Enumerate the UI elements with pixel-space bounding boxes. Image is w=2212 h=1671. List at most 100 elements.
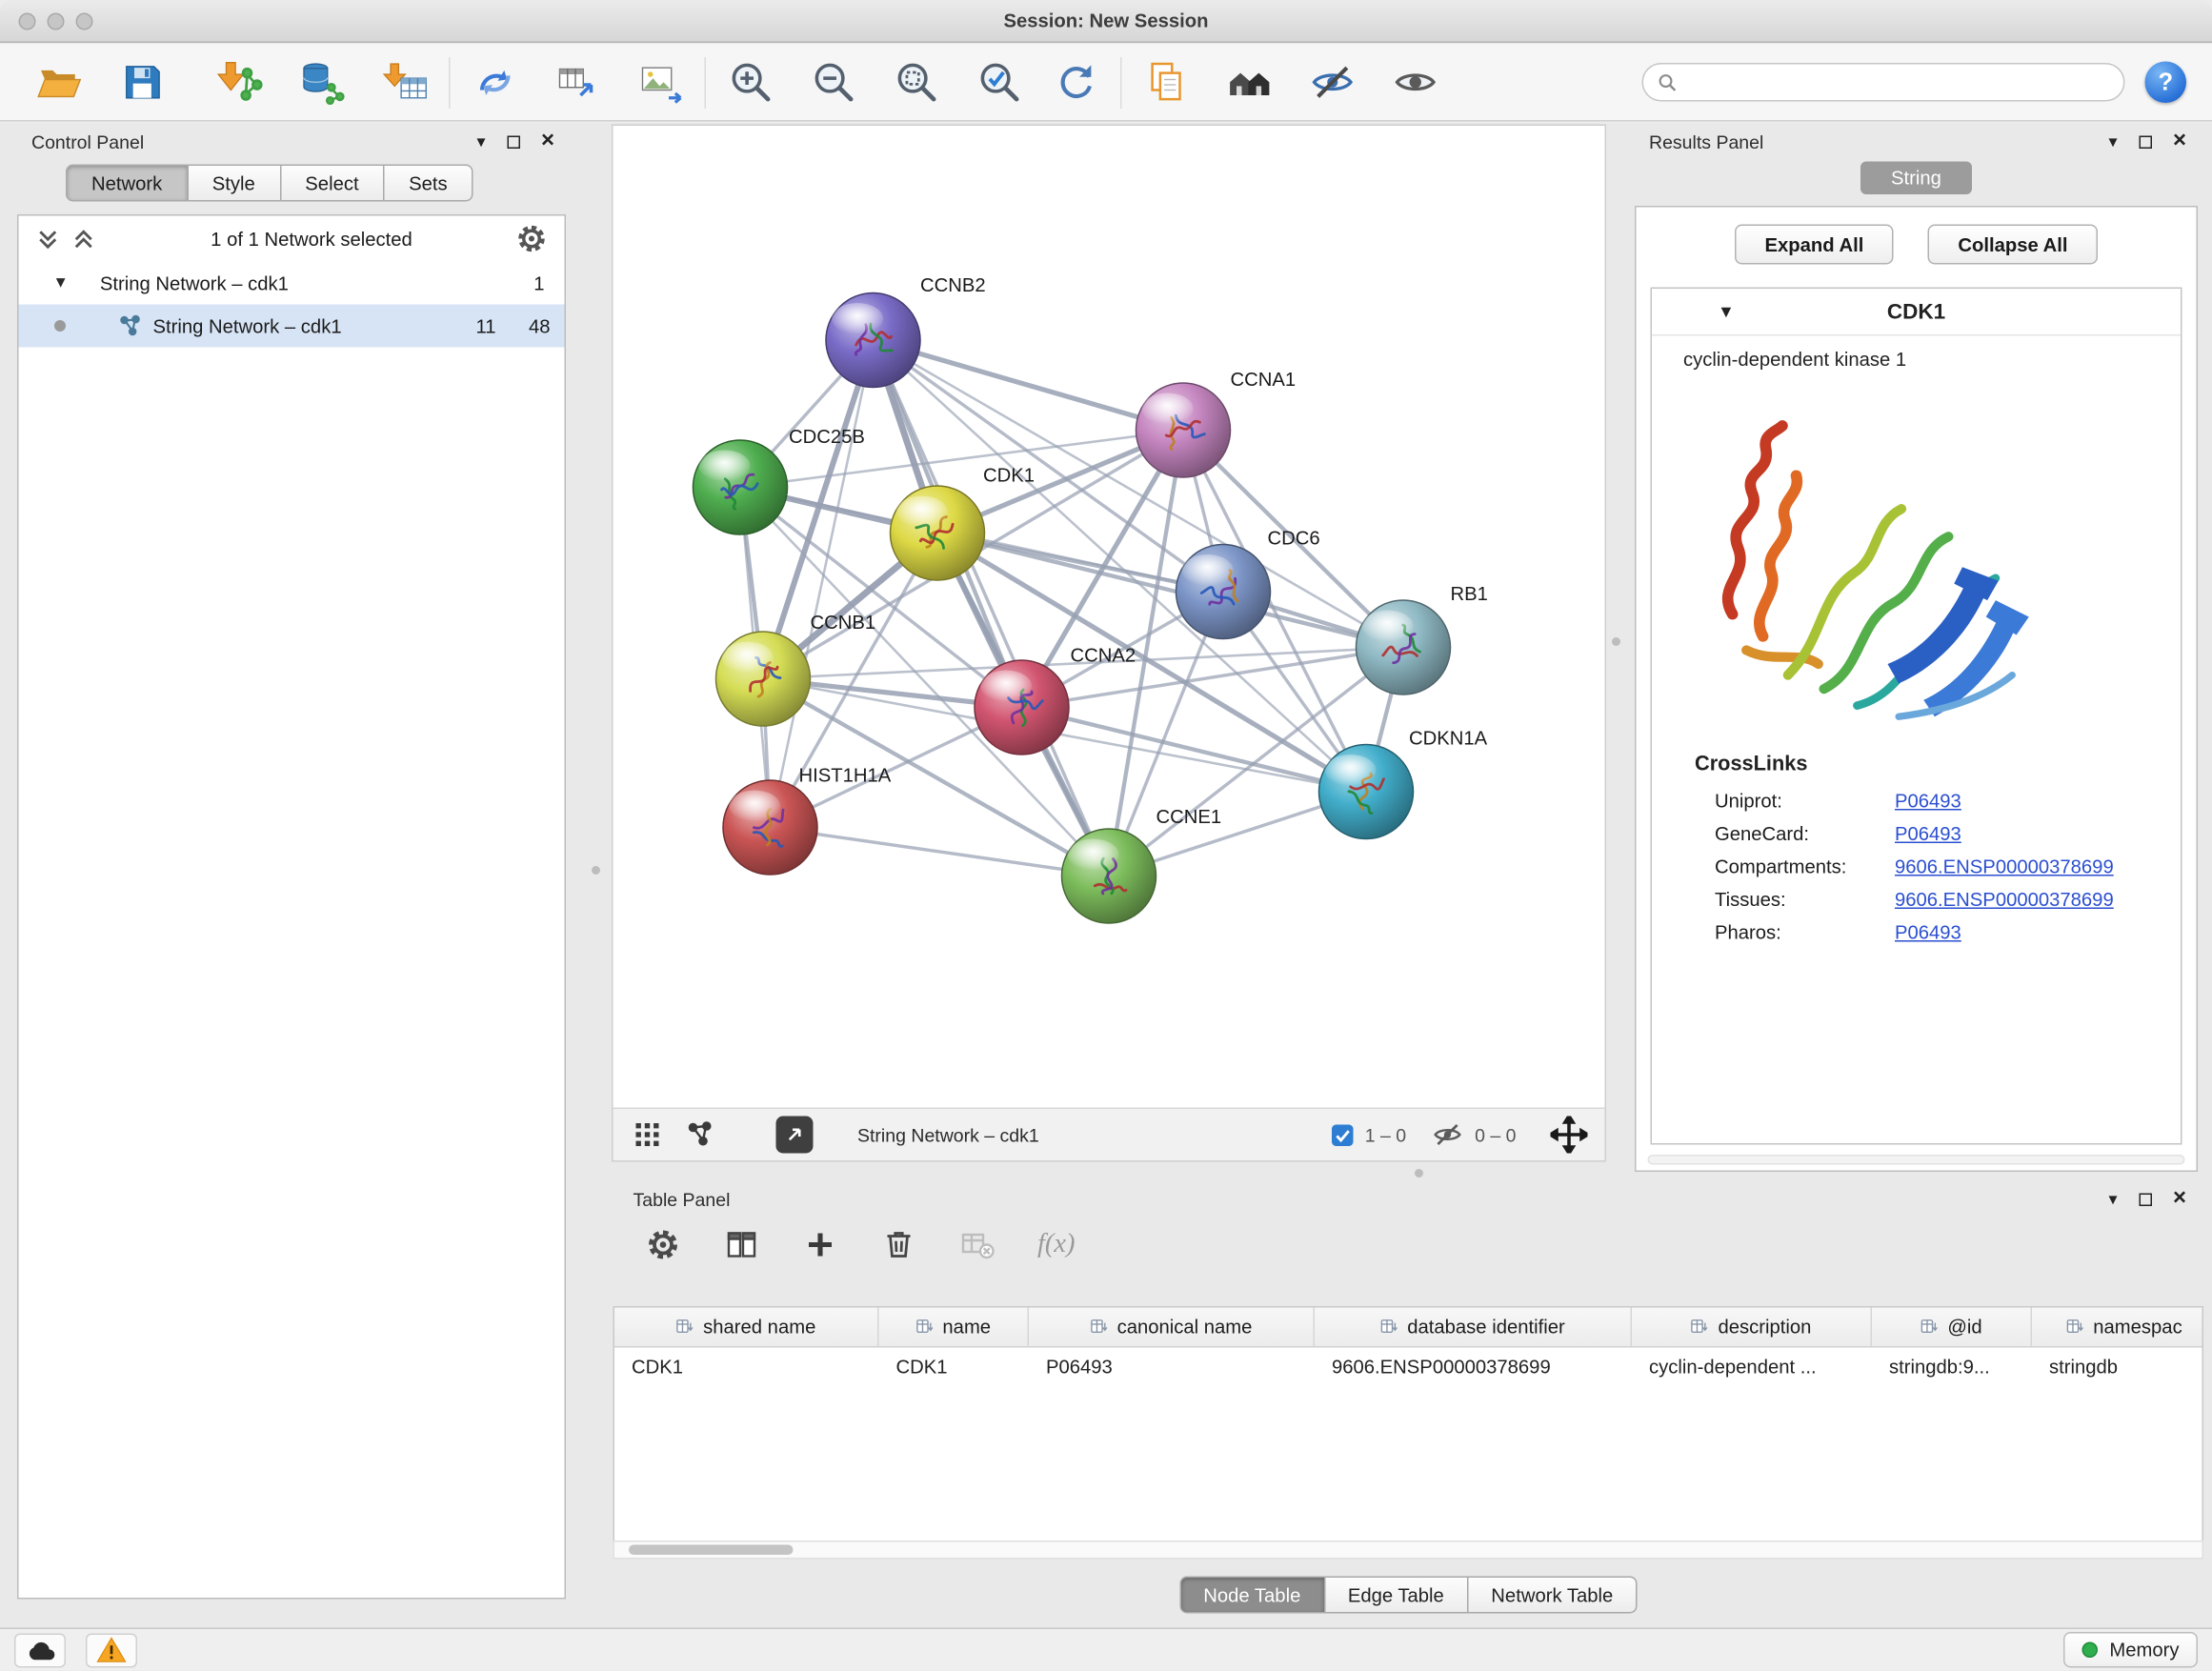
tab-network-table[interactable]: Network Table — [1467, 1577, 1638, 1614]
show-columns-icon[interactable] — [723, 1226, 760, 1263]
crosslink-link[interactable]: P06493 — [1895, 823, 1961, 845]
panel-collapse-icon[interactable]: ▾ — [476, 133, 485, 151]
network-node-CCNB2[interactable]: CCNB2 — [826, 275, 986, 388]
help-button[interactable]: ? — [2145, 62, 2187, 104]
minimize-window-button[interactable] — [48, 13, 65, 30]
column-header[interactable]: shared name — [614, 1308, 879, 1347]
add-column-icon[interactable] — [802, 1226, 839, 1263]
network-node-RB1[interactable]: RB1 — [1357, 584, 1488, 695]
tab-sets[interactable]: Sets — [383, 165, 473, 202]
cloud-status-button[interactable] — [14, 1633, 66, 1667]
apply-preferred-layout-button[interactable] — [1049, 55, 1103, 110]
panel-float-icon[interactable] — [2139, 135, 2152, 149]
open-folder-icon — [35, 59, 83, 107]
network-node-CCNB1[interactable]: CCNB1 — [716, 613, 876, 726]
column-header[interactable]: description — [1632, 1308, 1872, 1347]
section-collapse-triangle-icon[interactable]: ▼ — [1718, 302, 1735, 322]
collapse-all-button[interactable]: Collapse All — [1928, 225, 2098, 265]
crosslink-link[interactable]: 9606.ENSP00000378699 — [1895, 889, 2114, 911]
collapse-all-icon[interactable] — [36, 227, 61, 252]
network-canvas[interactable]: CCNB2CCNA1CDC25BCDK1CDC6RB1CCNB1CCNA2CDK… — [613, 126, 1605, 1108]
network-collection-row[interactable]: ▼ String Network – cdk1 1 — [19, 262, 565, 305]
network-options-gear-icon[interactable] — [516, 223, 548, 254]
crosslink-link[interactable]: P06493 — [1895, 791, 1961, 813]
save-session-button[interactable] — [114, 55, 169, 110]
eye-slash-icon — [1308, 59, 1356, 107]
network-node-CDK1[interactable]: CDK1 — [891, 466, 1036, 580]
column-header[interactable]: name — [879, 1308, 1030, 1347]
column-header[interactable]: canonical name — [1029, 1308, 1315, 1347]
show-all-button[interactable] — [1388, 55, 1442, 110]
zoom-in-button[interactable] — [723, 55, 777, 110]
panel-close-icon[interactable]: × — [2173, 1188, 2186, 1211]
results-horizontal-scrollbar[interactable] — [1648, 1155, 2185, 1165]
zoom-out-button[interactable] — [806, 55, 860, 110]
expand-triangle-icon[interactable]: ▼ — [53, 274, 69, 292]
cell-namespace: stringdb — [2032, 1357, 2203, 1379]
panel-float-icon[interactable] — [2139, 1193, 2152, 1206]
panel-close-icon[interactable]: × — [541, 131, 554, 153]
function-builder-icon[interactable]: f(x) — [1037, 1229, 1076, 1260]
delete-column-trash-icon[interactable] — [880, 1226, 917, 1263]
zoom-fit-content-button[interactable] — [889, 55, 943, 110]
column-header[interactable]: database identifier — [1315, 1308, 1632, 1347]
panel-collapse-icon[interactable]: ▾ — [2108, 1191, 2117, 1208]
tab-edge-table[interactable]: Edge Table — [1323, 1577, 1468, 1614]
string-results-tab[interactable]: String — [1860, 162, 1972, 195]
table-horizontal-scrollbar[interactable] — [613, 1540, 2204, 1560]
scrollbar-thumb[interactable] — [629, 1545, 794, 1556]
pan-move-icon[interactable] — [1551, 1117, 1588, 1154]
panel-collapse-icon[interactable]: ▾ — [2108, 133, 2117, 151]
column-sort-icon — [1380, 1318, 1399, 1337]
search-box[interactable] — [1642, 63, 2125, 102]
search-icon — [1658, 72, 1678, 92]
open-document-button[interactable] — [1139, 55, 1194, 110]
panel-close-icon[interactable]: × — [2173, 131, 2186, 153]
zoom-fit-icon — [893, 59, 940, 107]
zoom-selected-button[interactable] — [972, 55, 1026, 110]
tab-style[interactable]: Style — [187, 165, 281, 202]
bottom-splitter-handle[interactable] — [1415, 1169, 1423, 1178]
network-node-CCNA1[interactable]: CCNA1 — [1136, 370, 1297, 477]
selected-checkbox-icon[interactable] — [1332, 1124, 1354, 1146]
tab-node-table[interactable]: Node Table — [1179, 1577, 1325, 1614]
import-network-from-database-button[interactable] — [294, 55, 349, 110]
tab-network[interactable]: Network — [66, 165, 188, 202]
export-network-image-button[interactable] — [633, 55, 688, 110]
column-header[interactable]: @id — [1872, 1308, 2032, 1347]
new-network-from-selection-button[interactable] — [468, 55, 522, 110]
home-button[interactable] — [1222, 55, 1277, 110]
table-options-gear-icon[interactable] — [645, 1226, 682, 1263]
hide-selected-button[interactable] — [1305, 55, 1359, 110]
new-network-from-table-button[interactable] — [551, 55, 605, 110]
tab-select[interactable]: Select — [279, 165, 384, 202]
network-graph[interactable]: CCNB2CCNA1CDC25BCDK1CDC6RB1CCNB1CCNA2CDK… — [613, 126, 1605, 1108]
home-icon — [1225, 59, 1273, 107]
import-table-from-file-button[interactable] — [377, 55, 432, 110]
panel-float-icon[interactable] — [507, 135, 520, 149]
expand-all-button[interactable]: Expand All — [1735, 225, 1894, 265]
search-input[interactable] — [1686, 70, 2109, 95]
left-splitter-handle[interactable] — [592, 866, 600, 875]
memory-button[interactable]: Memory — [2063, 1632, 2198, 1668]
zoom-window-button[interactable] — [76, 13, 93, 30]
detach-view-button[interactable] — [776, 1117, 814, 1154]
warnings-button[interactable] — [86, 1633, 137, 1667]
birdseye-view-icon[interactable] — [683, 1117, 717, 1152]
expand-all-icon[interactable] — [71, 227, 96, 252]
crosslink-label: Uniprot: — [1715, 791, 1895, 813]
delete-table-icon[interactable] — [959, 1226, 996, 1263]
table-row[interactable]: CDK1 CDK1 P06493 9606.ENSP00000378699 cy… — [614, 1348, 2202, 1387]
network-node-HIST1H1A[interactable]: HIST1H1A — [723, 766, 892, 876]
node-label-HIST1H1A: HIST1H1A — [799, 766, 892, 787]
open-session-button[interactable] — [31, 55, 86, 110]
right-splitter-handle[interactable] — [1612, 637, 1620, 646]
close-window-button[interactable] — [19, 13, 36, 30]
zoom-selected-icon — [975, 59, 1023, 107]
import-network-from-file-button[interactable] — [211, 55, 266, 110]
crosslink-link[interactable]: 9606.ENSP00000378699 — [1895, 856, 2114, 878]
network-row[interactable]: String Network – cdk1 11 48 — [19, 305, 565, 348]
column-header[interactable]: namespac — [2032, 1308, 2203, 1347]
crosslink-link[interactable]: P06493 — [1895, 922, 1961, 944]
grid-view-icon[interactable] — [631, 1117, 665, 1152]
